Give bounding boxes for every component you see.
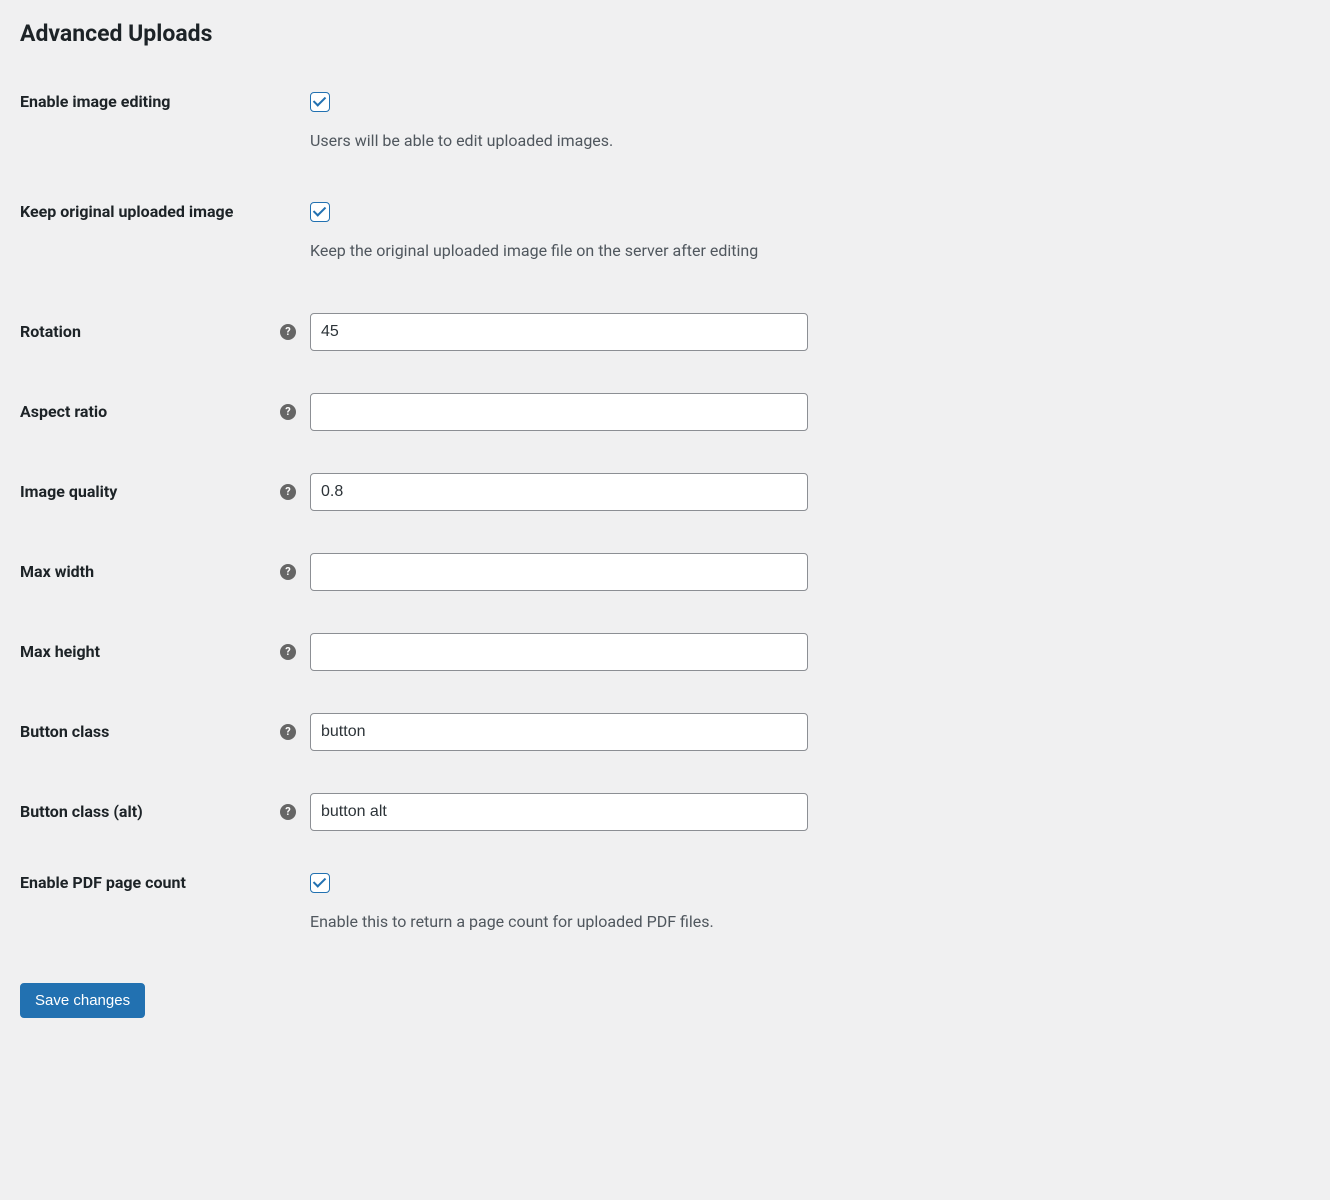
label-max-width: Max width [20,562,94,581]
help-icon[interactable]: ? [280,724,296,740]
help-icon[interactable]: ? [280,564,296,580]
submit-area: Save changes [20,983,1310,1018]
input-image-quality[interactable] [310,473,808,511]
help-icon[interactable]: ? [280,324,296,340]
label-image-quality: Image quality [20,482,117,501]
row-max-height: Max height ? [20,633,1310,671]
row-enable-pdf-page-count: Enable PDF page count Enable this to ret… [20,873,1310,933]
row-keep-original: Keep original uploaded image Keep the or… [20,202,1310,262]
label-button-class: Button class [20,722,109,741]
help-icon[interactable]: ? [280,644,296,660]
checkbox-keep-original[interactable] [310,202,330,222]
label-rotation: Rotation [20,322,81,341]
row-max-width: Max width ? [20,553,1310,591]
input-button-class[interactable] [310,713,808,751]
label-enable-pdf-page-count: Enable PDF page count [20,873,186,892]
description-keep-original: Keep the original uploaded image file on… [310,240,830,262]
checkbox-enable-pdf-page-count[interactable] [310,873,330,893]
input-button-class-alt[interactable] [310,793,808,831]
help-icon[interactable]: ? [280,484,296,500]
label-keep-original: Keep original uploaded image [20,202,233,221]
help-icon[interactable]: ? [280,804,296,820]
input-aspect-ratio[interactable] [310,393,808,431]
description-enable-image-editing: Users will be able to edit uploaded imag… [310,130,830,152]
settings-form: Enable image editing Users will be able … [20,92,1310,1018]
help-icon[interactable]: ? [280,404,296,420]
label-aspect-ratio: Aspect ratio [20,402,107,421]
row-rotation: Rotation ? [20,313,1310,351]
description-enable-pdf-page-count: Enable this to return a page count for u… [310,911,830,933]
section-title: Advanced Uploads [20,20,1310,47]
input-max-width[interactable] [310,553,808,591]
label-button-class-alt: Button class (alt) [20,802,143,821]
row-enable-image-editing: Enable image editing Users will be able … [20,92,1310,152]
checkbox-enable-image-editing[interactable] [310,92,330,112]
save-button[interactable]: Save changes [20,983,145,1018]
label-enable-image-editing: Enable image editing [20,92,170,111]
row-button-class: Button class ? [20,713,1310,751]
row-button-class-alt: Button class (alt) ? [20,793,1310,831]
label-max-height: Max height [20,642,100,661]
input-rotation[interactable] [310,313,808,351]
input-max-height[interactable] [310,633,808,671]
row-aspect-ratio: Aspect ratio ? [20,393,1310,431]
row-image-quality: Image quality ? [20,473,1310,511]
